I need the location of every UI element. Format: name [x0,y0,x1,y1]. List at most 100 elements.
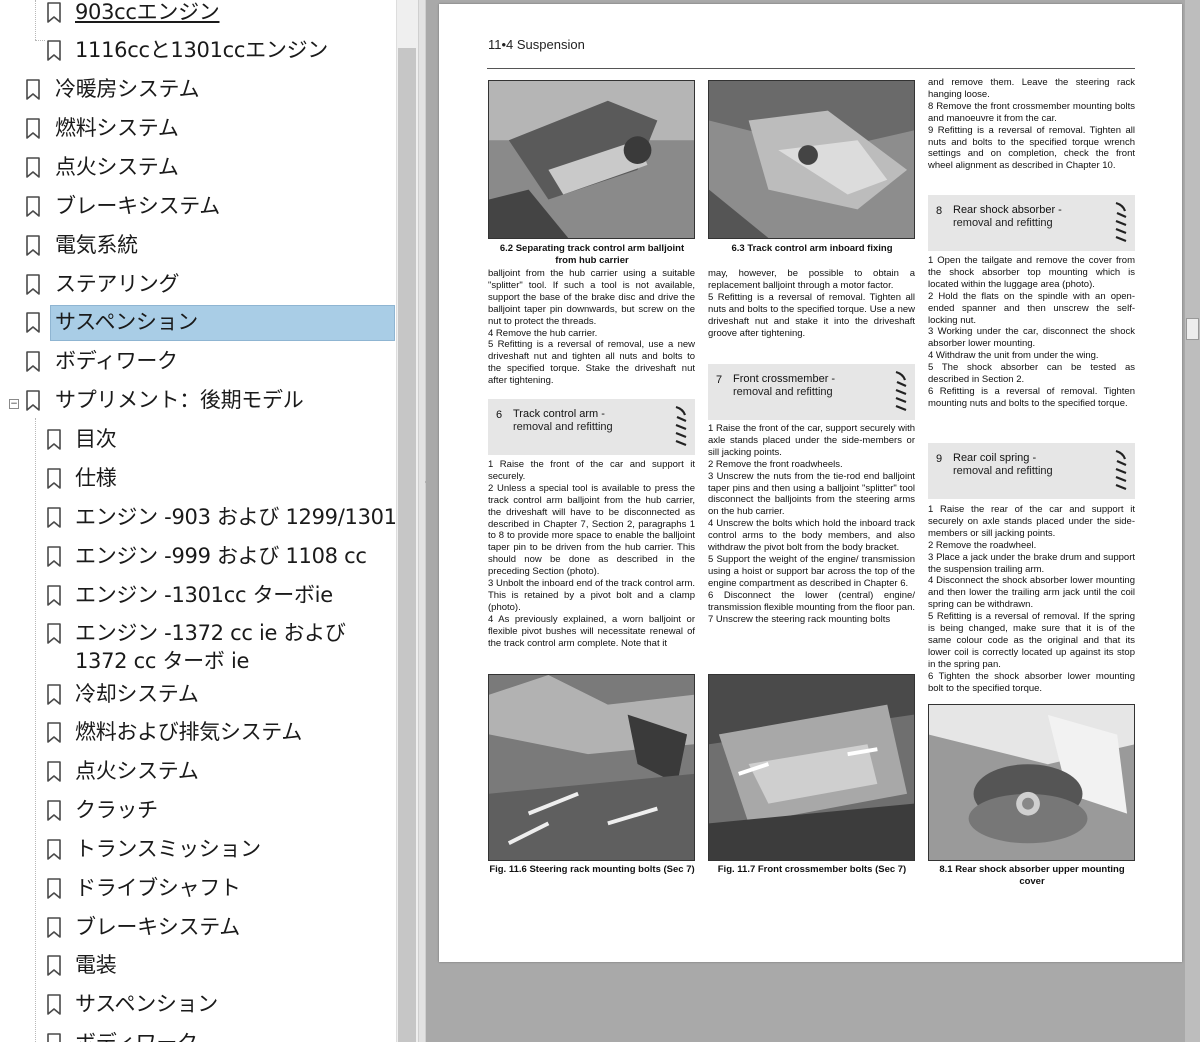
col2-top-text: may, however, be possible to obtain a re… [708,268,915,339]
bookmark-item[interactable]: ボディワーク [0,1027,396,1042]
viewer-scrollbar[interactable] [1185,0,1200,1042]
section-subtitle: removal and refitting [953,217,1053,229]
bookmark-icon [47,917,61,938]
bookmark-item[interactable]: エンジン -1301cc ターボie [0,579,396,616]
bookmark-item[interactable]: 点火システム [0,151,396,188]
col1-section6-text: 1 Raise the front of the car and support… [488,459,695,650]
bookmark-item[interactable]: クラッチ [0,794,396,831]
col3-top-text: and remove them. Leave the steering rack… [928,77,1135,172]
col3-section8-text: 1 Open the tailgate and remove the cover… [928,255,1135,410]
bookmark-item[interactable]: サスペンション [0,988,396,1025]
bookmark-icon [47,507,61,528]
bookmark-label: 燃料および排気システム [75,720,303,744]
paragraph: 2 Unless a special tool is available to … [488,482,695,578]
caption-8-1: 8.1 Rear shock absorber upper mounting c… [939,864,1125,887]
photo-steering-rack-bolts [488,674,695,861]
bookmark-item[interactable]: 電気系統 [0,229,396,266]
bookmark-item[interactable]: エンジン -1372 cc ie および 1372 cc ターボ ie [0,617,396,673]
paragraph: 6 Disconnect the lower (central) engine/… [708,589,915,613]
bookmark-label: ブレーキシステム [55,194,220,218]
paragraph: 4 Disconnect the shock absorber lower mo… [928,575,1135,611]
bookmark-item[interactable]: 1116ccと1301ccエンジン [0,34,396,71]
paragraph: 2 Remove the front roadwheels. [708,458,843,470]
viewer-scrollbar-thumb[interactable] [1186,318,1199,340]
paragraph: 6 Tighten the shock absorber lower mount… [928,670,1135,694]
paragraph: 1 Raise the front of the car and support… [488,459,695,482]
section-subtitle: removal and refitting [733,386,833,398]
section-header-6: 6 Track control arm - removal and refitt… [488,399,695,455]
bookmark-label: 電装 [75,953,117,977]
paragraph: 4 Remove the hub carrier. [488,327,598,339]
section-header-7: 7 Front crossmember - removal and refitt… [708,364,915,420]
section-number: 9 [936,453,943,465]
paragraph: may, however, be possible to obtain a re… [708,268,915,291]
paragraph: 7 Unscrew the steering rack mounting bol… [708,613,891,625]
bookmark-icon [26,390,40,411]
bookmark-item[interactable]: 燃料および排気システム [0,716,396,753]
page-header: 11•4 Suspension [488,37,585,52]
section-title: Front crossmember - [733,373,836,385]
paragraph: 5 Refitting is a reversal of removal. If… [928,611,1135,670]
bookmark-icon [47,40,61,61]
photo-front-crossmember [708,674,915,861]
bookmark-item[interactable]: ブレーキシステム [0,190,396,227]
paragraph: 5 The shock absorber can be tested as de… [928,362,1135,386]
bookmark-icon [26,274,40,295]
photo-balljoint-separator [488,80,695,239]
bookmark-item[interactable]: サスペンション [0,305,396,343]
bookmark-icon [47,839,61,860]
bookmark-label: ボディワーク [55,349,178,373]
sidebar-scrollbar-thumb[interactable] [398,48,416,1042]
bookmark-icon [26,157,40,178]
bookmark-label: 目次 [75,427,117,451]
paragraph: balljoint from the hub carrier using a s… [488,268,695,327]
paragraph: 4 As previously explained, a worn balljo… [488,613,695,649]
paragraph: 4 Withdraw the unit from under the wing. [928,350,1099,362]
bookmark-icon [47,878,61,899]
bookmark-item[interactable]: エンジン -999 および 1108 cc [0,540,396,577]
paragraph: 5 Refitting is a reversal of removal, us… [488,339,695,387]
bookmark-label: 1116ccと1301ccエンジン [75,38,328,62]
bookmark-item[interactable]: 燃料システム [0,112,396,149]
paragraph: 3 Working under the car, disconnect the … [928,326,1135,350]
section-number: 6 [496,409,503,421]
bookmark-icon [26,312,40,333]
section-header-8: 8 Rear shock absorber - removal and refi… [928,195,1135,251]
paragraph: 2 Remove the roadwheel. [928,539,1037,551]
bookmark-item[interactable]: 冷却システム [0,678,396,715]
bookmark-item[interactable]: トランスミッション [0,833,396,870]
section-subtitle: removal and refitting [953,465,1053,477]
bookmark-icon [47,429,61,450]
bookmark-label: ブレーキシステム [75,915,240,939]
bookmark-icon [47,722,61,743]
bookmark-label: エンジン -903 および 1299/1301 cc [75,505,396,529]
section-number: 8 [936,205,943,217]
paragraph: 6 Refitting is a reversal of removal. Ti… [928,385,1135,409]
bookmark-item[interactable]: 903ccエンジン [0,0,396,33]
bookmark-item[interactable]: ボディワーク [0,345,396,382]
bookmark-item[interactable]: 冷暖房システム [0,73,396,110]
bookmark-item[interactable]: ドライブシャフト [0,872,396,909]
bookmark-item[interactable]: 点火システム [0,755,396,792]
bookmark-label: 燃料システム [55,116,179,140]
bookmark-label: ステアリング [55,272,180,296]
bookmark-item[interactable]: エンジン -903 および 1299/1301 cc [0,501,396,538]
bookmark-label: トランスミッション [75,837,261,861]
bookmark-icon [47,585,61,606]
bookmark-item[interactable]: 電装 [0,949,396,986]
bookmark-icon [47,468,61,489]
paragraph: 9 Refitting is a reversal of removal. Ti… [928,124,1135,172]
panel-splitter[interactable] [418,0,426,1042]
section-header-9: 9 Rear coil spring - removal and refitti… [928,443,1135,499]
col3-section9-text: 1 Raise the rear of the car and support … [928,504,1135,695]
bookmark-item[interactable]: 仕様 [0,462,396,499]
bookmark-item[interactable]: ステアリング [0,268,396,305]
bookmark-item[interactable]: サプリメント：後期モデル [0,384,396,421]
bookmark-label: 点火システム [55,155,179,179]
bookmark-label: 冷暖房システム [55,77,200,101]
bookmark-icon [26,351,40,372]
bookmark-item[interactable]: ブレーキシステム [0,911,396,948]
bookmark-item[interactable]: 目次 [0,423,396,460]
bookmark-icon [47,546,61,567]
bookmark-icon [26,196,40,217]
